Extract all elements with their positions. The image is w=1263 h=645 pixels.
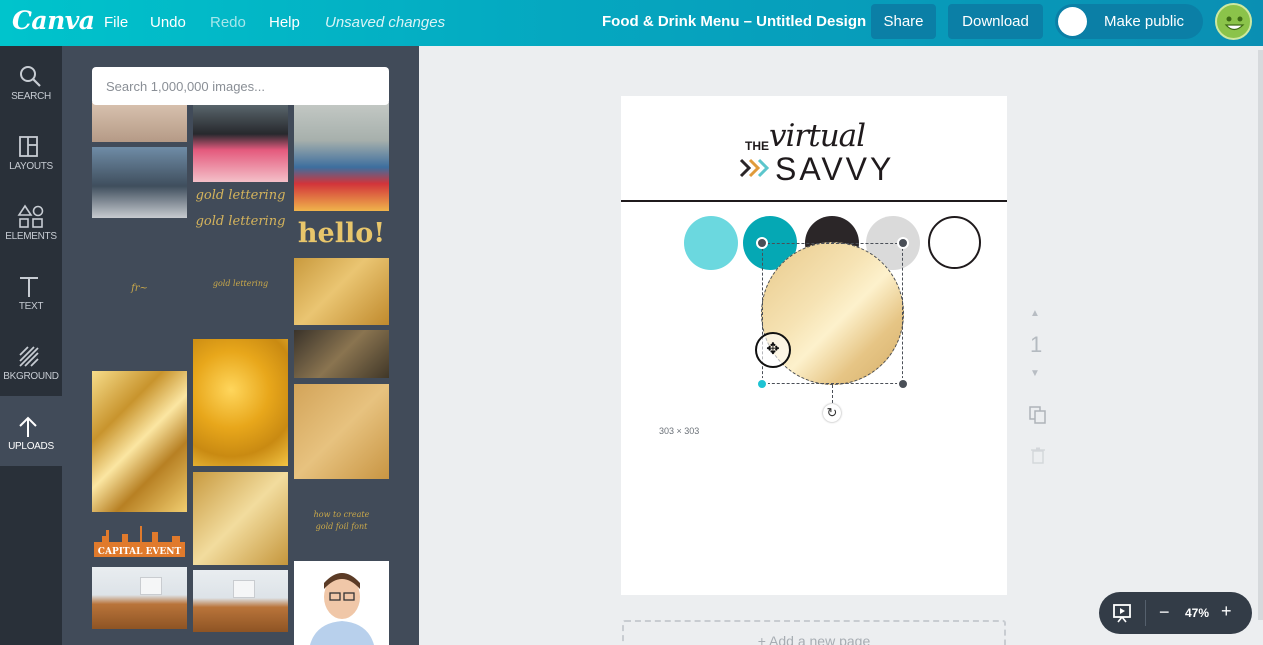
capital-event-text: CAPITAL EVENT xyxy=(97,547,182,557)
image-thumb-group-photo[interactable] xyxy=(92,147,187,218)
rail-text[interactable]: TEXT xyxy=(0,256,62,326)
text-icon xyxy=(20,277,38,297)
toggle-knob xyxy=(1058,7,1087,36)
make-public-toggle[interactable]: Make public xyxy=(1055,4,1203,39)
resize-handle-bottom-right[interactable] xyxy=(897,378,909,390)
download-button[interactable]: Download xyxy=(948,4,1043,39)
image-thumb-glitter-dark[interactable] xyxy=(294,330,389,378)
menu-undo[interactable]: Undo xyxy=(150,14,186,31)
image-thumb-hello[interactable]: hello! xyxy=(294,218,389,252)
image-thumb-cake-photo[interactable] xyxy=(193,102,288,182)
resize-handle-top-right[interactable] xyxy=(897,237,909,249)
rail-search-label: SEARCH xyxy=(11,91,51,102)
logo-the: THE xyxy=(745,139,769,153)
gold-lettering-text-2: gold lettering xyxy=(195,214,286,229)
move-cursor-icon: ✥ xyxy=(755,332,791,368)
image-thumb-photo-1[interactable] xyxy=(92,102,187,142)
image-thumb-gold-foil-font[interactable]: how to create gold foil font xyxy=(294,508,389,548)
rail-layouts-label: LAYOUTS xyxy=(9,161,53,172)
zoom-control: − 47% + xyxy=(1099,592,1252,634)
gold-foil-text: gold foil font xyxy=(315,522,368,531)
zoom-in-button[interactable]: + xyxy=(1221,601,1232,622)
layouts-icon xyxy=(19,136,38,157)
user-avatar[interactable] xyxy=(1215,3,1252,40)
background-icon xyxy=(19,346,39,367)
logo-virtual: virtual xyxy=(769,118,866,154)
image-thumb-gold-foil-crumpled[interactable] xyxy=(92,371,187,512)
zoom-out-button[interactable]: − xyxy=(1159,602,1170,623)
image-thumb-glitter-gold[interactable] xyxy=(294,384,389,479)
menu-redo[interactable]: Redo xyxy=(210,14,246,31)
rail-layouts[interactable]: LAYOUTS xyxy=(0,116,62,186)
rail-elements-label: ELEMENTS xyxy=(5,231,57,242)
swatch-white[interactable] xyxy=(928,216,981,269)
rail-uploads[interactable]: UPLOADS xyxy=(0,396,62,466)
rail-uploads-label: UPLOADS xyxy=(8,441,54,452)
rail-background-label: BKGROUND xyxy=(3,371,59,382)
image-thumb-gold-lettering-2[interactable]: gold lettering xyxy=(193,212,288,238)
rotate-stem xyxy=(832,385,833,403)
add-page-button[interactable]: + Add a new page xyxy=(622,620,1006,645)
page-number: 1 xyxy=(1030,332,1043,357)
gold-small-text: gold lettering xyxy=(212,279,269,288)
rail-search[interactable]: SEARCH xyxy=(0,46,62,116)
logo-savvy: SAVVY xyxy=(775,151,895,187)
image-search-input[interactable] xyxy=(92,67,389,105)
image-thumb-capital-event[interactable]: CAPITAL EVENT xyxy=(92,520,187,562)
chevrons-icon xyxy=(739,158,770,178)
menu-help[interactable]: Help xyxy=(269,14,300,31)
rotate-handle-icon[interactable]: ↻ xyxy=(823,404,841,422)
make-public-label: Make public xyxy=(1104,13,1185,30)
rail-elements[interactable]: ELEMENTS xyxy=(0,186,62,256)
scrollbar[interactable] xyxy=(1258,50,1263,620)
duplicate-page-icon[interactable] xyxy=(1028,405,1048,425)
design-page[interactable]: THE virtual SAVVY ↻ ✥ 303 × 303 xyxy=(621,96,1007,595)
image-thumb-gold-small[interactable]: gold lettering xyxy=(193,271,288,301)
delete-page-icon[interactable] xyxy=(1031,447,1045,464)
menu-file[interactable]: File xyxy=(104,14,128,31)
save-status: Unsaved changes xyxy=(325,14,446,31)
divider-line xyxy=(621,200,1007,202)
present-icon[interactable] xyxy=(1107,598,1137,628)
resize-handle-bottom-left[interactable] xyxy=(756,378,768,390)
upload-arrow-icon xyxy=(19,416,37,437)
zoom-separator xyxy=(1145,600,1146,626)
search-icon xyxy=(20,66,41,87)
image-thumb-portrait[interactable] xyxy=(294,561,389,645)
share-button[interactable]: Share xyxy=(871,4,936,39)
image-thumb-man-photo[interactable] xyxy=(294,102,389,211)
zoom-level[interactable]: 47% xyxy=(1185,606,1209,620)
rail-text-label: TEXT xyxy=(18,301,44,312)
virtual-savvy-logo[interactable]: THE virtual SAVVY xyxy=(739,118,891,188)
shapes-icon xyxy=(17,204,44,228)
image-thumb-brushed-gold[interactable] xyxy=(294,258,389,325)
top-bar: Canva File Undo Redo Help Unsaved change… xyxy=(0,0,1263,46)
image-thumb-desk-1[interactable] xyxy=(92,567,187,629)
image-thumb-gold-lettering-1[interactable]: gold lettering xyxy=(193,184,288,210)
gold-lettering-text-1: gold lettering xyxy=(195,188,286,203)
canva-logo[interactable]: Canva xyxy=(12,6,95,35)
rail-background[interactable]: BKGROUND xyxy=(0,326,62,396)
move-page-up-icon[interactable]: ▲ xyxy=(1030,308,1040,319)
image-thumb-script-text[interactable]: fr~ xyxy=(92,261,187,321)
size-label: 303 × 303 xyxy=(659,426,700,436)
how-to-text: how to create xyxy=(313,510,370,519)
image-thumb-desk-2[interactable] xyxy=(193,570,288,632)
image-thumb-gold-gradient[interactable] xyxy=(193,472,288,565)
document-title[interactable]: Food & Drink Menu – Untitled Design xyxy=(602,13,866,30)
hello-text: hello! xyxy=(297,218,386,249)
left-rail: SEARCH LAYOUTS ELEMENTS TEXT BKGROUND UP… xyxy=(0,46,62,645)
uploads-panel: fr~ CAPITAL EVENT gold lettering gold le… xyxy=(62,46,419,645)
swatch-light-teal[interactable] xyxy=(684,216,738,270)
image-thumb-gold-texture-1[interactable] xyxy=(193,339,288,466)
resize-handle-top-left[interactable] xyxy=(756,237,768,249)
move-page-down-icon[interactable]: ▼ xyxy=(1030,368,1040,379)
